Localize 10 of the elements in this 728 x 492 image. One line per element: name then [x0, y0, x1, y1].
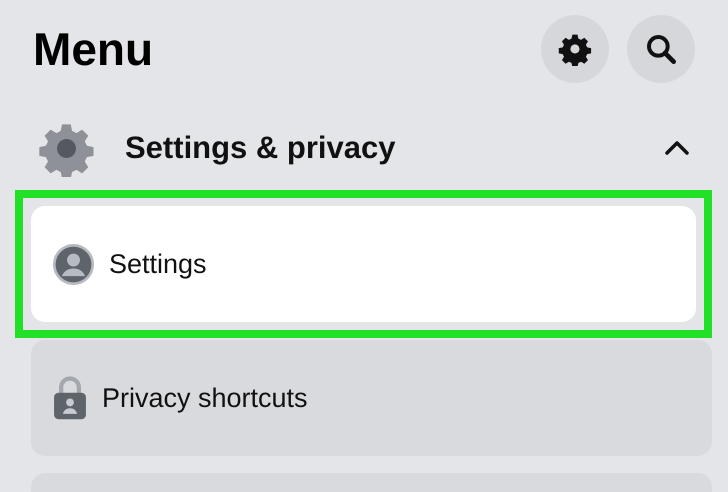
chevron-icon[interactable]	[664, 140, 690, 156]
lock-icon	[52, 375, 88, 421]
section-header[interactable]: Settings & privacy	[0, 118, 728, 178]
menu-title: Menu	[33, 22, 154, 77]
menu-item[interactable]: Settings	[31, 206, 696, 322]
menu-item[interactable]: Privacy shortcuts	[31, 340, 712, 456]
settings-icon	[558, 32, 592, 66]
section-label: Settings & privacy	[125, 128, 396, 167]
account-icon	[52, 242, 95, 286]
search-icon	[645, 33, 677, 65]
